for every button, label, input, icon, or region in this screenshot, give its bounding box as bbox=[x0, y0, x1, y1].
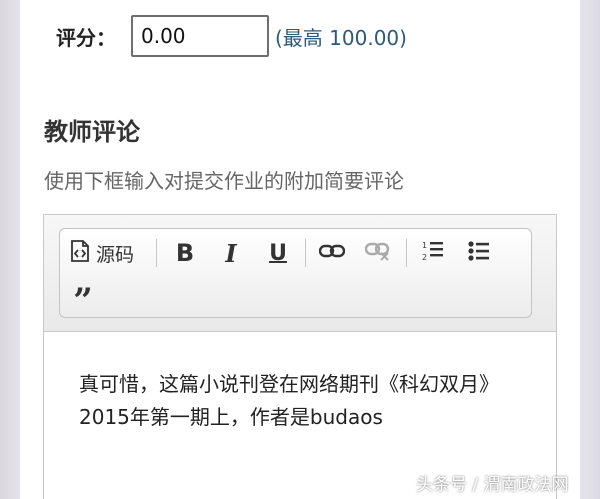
numbered-list-button[interactable]: 1 2 bbox=[418, 237, 448, 269]
bold-icon: B bbox=[175, 239, 195, 267]
unlink-icon bbox=[364, 241, 391, 265]
numbered-list-icon: 1 2 bbox=[422, 240, 444, 266]
toolbar-separator bbox=[406, 239, 407, 267]
unlink-button[interactable] bbox=[363, 237, 393, 269]
underline-button[interactable]: U bbox=[263, 237, 293, 269]
link-icon bbox=[318, 243, 346, 263]
bold-button[interactable]: B bbox=[170, 237, 200, 269]
teacher-comments-title: 教师评论 bbox=[44, 118, 140, 146]
source-icon bbox=[70, 240, 90, 266]
svg-text:2: 2 bbox=[422, 253, 427, 262]
toolbar-separator bbox=[156, 239, 157, 267]
score-label: 评分： bbox=[56, 25, 116, 50]
score-max-hint: (最高 100.00) bbox=[275, 25, 407, 50]
editor-toolbar: 源码 B I U 1 2 ” bbox=[59, 228, 532, 318]
source-button[interactable]: 源码 bbox=[70, 237, 134, 269]
watermark-text: 头条号 / 渭南政法网 bbox=[416, 475, 569, 495]
page-panel: 评分： (最高 100.00) 教师评论 使用下框输入对提交作业的附加简要评论 bbox=[20, 0, 580, 499]
editor-toolbar-area: 源码 B I U 1 2 ” bbox=[44, 215, 556, 332]
editor-content[interactable]: 真可惜，这篇小说刊登在网络期刊《科幻双月》2015年第一期上，作者是budaos bbox=[79, 368, 529, 434]
source-button-label: 源码 bbox=[96, 243, 135, 266]
svg-text:1: 1 bbox=[422, 241, 427, 250]
toolbar-separator bbox=[305, 239, 306, 267]
blockquote-button[interactable]: ” bbox=[68, 279, 98, 318]
score-row: 评分： (最高 100.00) bbox=[56, 14, 407, 58]
teacher-comments-description: 使用下框输入对提交作业的附加简要评论 bbox=[44, 169, 404, 193]
bulleted-list-icon bbox=[468, 240, 490, 266]
underline-icon: U bbox=[269, 240, 287, 266]
rich-text-editor: 源码 B I U 1 2 ” 真可惜，这篇小说刊登在网络期刊《科幻双月》2015… bbox=[43, 214, 557, 499]
link-button[interactable] bbox=[317, 237, 347, 269]
blockquote-icon: ” bbox=[73, 281, 93, 321]
italic-icon: I bbox=[225, 238, 237, 268]
italic-button[interactable]: I bbox=[216, 237, 246, 269]
score-input[interactable] bbox=[131, 15, 269, 57]
bulleted-list-button[interactable] bbox=[464, 237, 494, 269]
